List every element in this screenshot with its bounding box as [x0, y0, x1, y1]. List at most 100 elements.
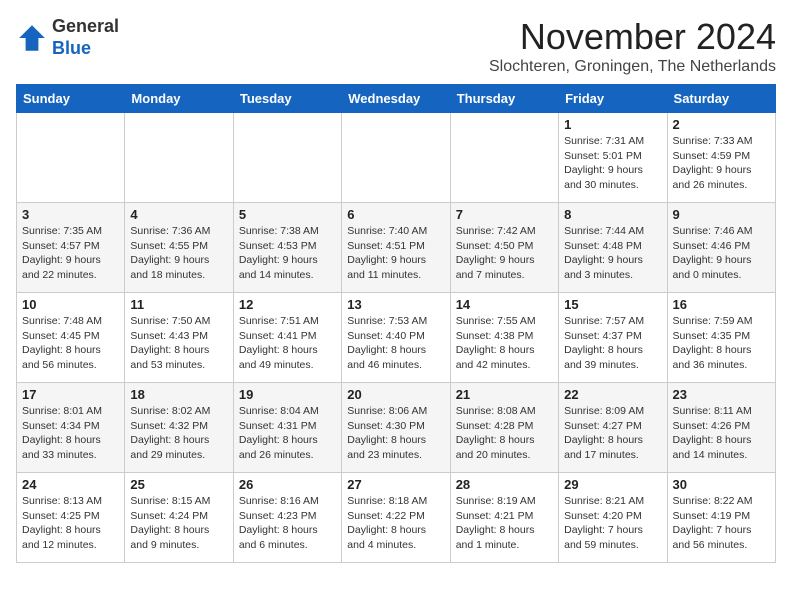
- day-info: Sunrise: 8:21 AM Sunset: 4:20 PM Dayligh…: [564, 494, 661, 553]
- day-number: 16: [673, 297, 770, 312]
- day-info: Sunrise: 7:40 AM Sunset: 4:51 PM Dayligh…: [347, 224, 444, 283]
- day-number: 1: [564, 117, 661, 132]
- weekday-header-monday: Monday: [125, 85, 233, 113]
- calendar-cell: 12Sunrise: 7:51 AM Sunset: 4:41 PM Dayli…: [233, 293, 341, 383]
- day-info: Sunrise: 8:19 AM Sunset: 4:21 PM Dayligh…: [456, 494, 553, 553]
- week-row-4: 17 Sunrise: 8:01 AM Sunset: 4:34 PM Dayli…: [17, 383, 776, 473]
- day-number: 28: [456, 477, 553, 492]
- calendar-cell: 3 Sunrise: 7:35 AM Sunset: 4:57 PM Daylig…: [17, 203, 125, 293]
- calendar-cell: 20 Sunrise: 8:06 AM Sunset: 4:30 PM Dayli…: [342, 383, 450, 473]
- calendar-cell: 22 Sunrise: 8:09 AM Sunset: 4:27 PM Dayli…: [559, 383, 667, 473]
- day-number: 3: [22, 207, 119, 222]
- calendar-cell: 21 Sunrise: 8:08 AM Sunset: 4:28 PM Dayli…: [450, 383, 558, 473]
- day-info: Sunrise: 7:59 AM Sunset: 4:35 PM Dayligh…: [673, 314, 770, 373]
- calendar-cell: 13Sunrise: 7:53 AM Sunset: 4:40 PM Dayli…: [342, 293, 450, 383]
- calendar-cell: 28 Sunrise: 8:19 AM Sunset: 4:21 PM Dayli…: [450, 473, 558, 563]
- calendar-cell: 17 Sunrise: 8:01 AM Sunset: 4:34 PM Dayli…: [17, 383, 125, 473]
- weekday-header-wednesday: Wednesday: [342, 85, 450, 113]
- day-number: 30: [673, 477, 770, 492]
- logo-icon: [16, 22, 48, 54]
- day-info: Sunrise: 7:42 AM Sunset: 4:50 PM Dayligh…: [456, 224, 553, 283]
- weekday-header-thursday: Thursday: [450, 85, 558, 113]
- day-number: 4: [130, 207, 227, 222]
- title-area: November 2024 Slochteren, Groningen, The…: [489, 16, 776, 76]
- day-info: Sunrise: 7:35 AM Sunset: 4:57 PM Dayligh…: [22, 224, 119, 283]
- logo-general-text: General: [52, 16, 119, 38]
- calendar-cell: 16 Sunrise: 7:59 AM Sunset: 4:35 PM Dayli…: [667, 293, 775, 383]
- day-info: Sunrise: 8:01 AM Sunset: 4:34 PM Dayligh…: [22, 404, 119, 463]
- day-info: Sunrise: 7:38 AM Sunset: 4:53 PM Dayligh…: [239, 224, 336, 283]
- day-info: Sunrise: 7:31 AM Sunset: 5:01 PM Dayligh…: [564, 134, 661, 193]
- week-row-5: 24 Sunrise: 8:13 AM Sunset: 4:25 PM Dayli…: [17, 473, 776, 563]
- calendar-cell: 19 Sunrise: 8:04 AM Sunset: 4:31 PM Dayli…: [233, 383, 341, 473]
- logo-text: General Blue: [52, 16, 119, 59]
- calendar-cell: 29 Sunrise: 8:21 AM Sunset: 4:20 PM Dayli…: [559, 473, 667, 563]
- day-number: 29: [564, 477, 661, 492]
- calendar-cell: 26 Sunrise: 8:16 AM Sunset: 4:23 PM Dayli…: [233, 473, 341, 563]
- week-row-1: 1 Sunrise: 7:31 AM Sunset: 5:01 PM Daylig…: [17, 113, 776, 203]
- day-info: Sunrise: 7:57 AM Sunset: 4:37 PM Dayligh…: [564, 314, 661, 373]
- week-row-2: 3 Sunrise: 7:35 AM Sunset: 4:57 PM Daylig…: [17, 203, 776, 293]
- day-number: 2: [673, 117, 770, 132]
- day-info: Sunrise: 7:36 AM Sunset: 4:55 PM Dayligh…: [130, 224, 227, 283]
- calendar-cell: [17, 113, 125, 203]
- calendar-cell: 27Sunrise: 8:18 AM Sunset: 4:22 PM Dayli…: [342, 473, 450, 563]
- calendar-cell: 6 Sunrise: 7:40 AM Sunset: 4:51 PM Daylig…: [342, 203, 450, 293]
- day-number: 26: [239, 477, 336, 492]
- calendar-cell: 18 Sunrise: 8:02 AM Sunset: 4:32 PM Dayli…: [125, 383, 233, 473]
- calendar-cell: 2Sunrise: 7:33 AM Sunset: 4:59 PM Daylig…: [667, 113, 775, 203]
- day-number: 15: [564, 297, 661, 312]
- calendar-cell: [125, 113, 233, 203]
- calendar-cell: 8 Sunrise: 7:44 AM Sunset: 4:48 PM Daylig…: [559, 203, 667, 293]
- calendar-cell: 11Sunrise: 7:50 AM Sunset: 4:43 PM Dayli…: [125, 293, 233, 383]
- day-number: 6: [347, 207, 444, 222]
- day-number: 7: [456, 207, 553, 222]
- calendar-cell: 23 Sunrise: 8:11 AM Sunset: 4:26 PM Dayli…: [667, 383, 775, 473]
- day-info: Sunrise: 8:06 AM Sunset: 4:30 PM Dayligh…: [347, 404, 444, 463]
- logo: General Blue: [16, 16, 119, 59]
- weekday-header-friday: Friday: [559, 85, 667, 113]
- day-number: 23: [673, 387, 770, 402]
- day-info: Sunrise: 8:04 AM Sunset: 4:31 PM Dayligh…: [239, 404, 336, 463]
- header: General Blue November 2024 Slochteren, G…: [16, 16, 776, 76]
- day-number: 17: [22, 387, 119, 402]
- day-number: 18: [130, 387, 227, 402]
- day-info: Sunrise: 8:08 AM Sunset: 4:28 PM Dayligh…: [456, 404, 553, 463]
- day-info: Sunrise: 8:18 AM Sunset: 4:22 PM Dayligh…: [347, 494, 444, 553]
- calendar-cell: [342, 113, 450, 203]
- calendar-cell: [450, 113, 558, 203]
- day-number: 25: [130, 477, 227, 492]
- calendar-cell: 1 Sunrise: 7:31 AM Sunset: 5:01 PM Daylig…: [559, 113, 667, 203]
- day-info: Sunrise: 8:16 AM Sunset: 4:23 PM Dayligh…: [239, 494, 336, 553]
- day-info: Sunrise: 7:55 AM Sunset: 4:38 PM Dayligh…: [456, 314, 553, 373]
- day-number: 14: [456, 297, 553, 312]
- weekday-header-tuesday: Tuesday: [233, 85, 341, 113]
- calendar-cell: 4 Sunrise: 7:36 AM Sunset: 4:55 PM Daylig…: [125, 203, 233, 293]
- day-info: Sunrise: 7:48 AM Sunset: 4:45 PM Dayligh…: [22, 314, 119, 373]
- day-info: Sunrise: 8:15 AM Sunset: 4:24 PM Dayligh…: [130, 494, 227, 553]
- day-number: 22: [564, 387, 661, 402]
- day-number: 8: [564, 207, 661, 222]
- calendar-cell: 7 Sunrise: 7:42 AM Sunset: 4:50 PM Daylig…: [450, 203, 558, 293]
- calendar-cell: 5Sunrise: 7:38 AM Sunset: 4:53 PM Daylig…: [233, 203, 341, 293]
- day-number: 21: [456, 387, 553, 402]
- calendar-cell: 30 Sunrise: 8:22 AM Sunset: 4:19 PM Dayli…: [667, 473, 775, 563]
- day-info: Sunrise: 8:13 AM Sunset: 4:25 PM Dayligh…: [22, 494, 119, 553]
- calendar-table: SundayMondayTuesdayWednesdayThursdayFrid…: [16, 84, 776, 563]
- weekday-header-sunday: Sunday: [17, 85, 125, 113]
- day-number: 19: [239, 387, 336, 402]
- calendar-cell: 10Sunrise: 7:48 AM Sunset: 4:45 PM Dayli…: [17, 293, 125, 383]
- location-title: Slochteren, Groningen, The Netherlands: [489, 58, 776, 76]
- calendar-cell: 25 Sunrise: 8:15 AM Sunset: 4:24 PM Dayli…: [125, 473, 233, 563]
- day-number: 9: [673, 207, 770, 222]
- day-info: Sunrise: 8:11 AM Sunset: 4:26 PM Dayligh…: [673, 404, 770, 463]
- day-info: Sunrise: 8:22 AM Sunset: 4:19 PM Dayligh…: [673, 494, 770, 553]
- day-info: Sunrise: 7:44 AM Sunset: 4:48 PM Dayligh…: [564, 224, 661, 283]
- calendar-cell: 14 Sunrise: 7:55 AM Sunset: 4:38 PM Dayli…: [450, 293, 558, 383]
- day-info: Sunrise: 8:09 AM Sunset: 4:27 PM Dayligh…: [564, 404, 661, 463]
- day-number: 13: [347, 297, 444, 312]
- day-info: Sunrise: 8:02 AM Sunset: 4:32 PM Dayligh…: [130, 404, 227, 463]
- logo-blue-text: Blue: [52, 38, 119, 60]
- day-number: 24: [22, 477, 119, 492]
- day-number: 20: [347, 387, 444, 402]
